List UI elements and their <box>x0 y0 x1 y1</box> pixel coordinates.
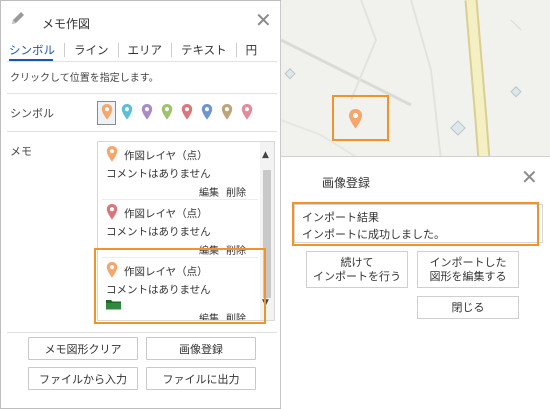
tab-text[interactable]: テキスト <box>171 43 236 57</box>
pencil-icon <box>10 10 26 26</box>
divider <box>7 332 277 333</box>
delete-link[interactable]: 削除 <box>226 310 246 320</box>
edit-link[interactable]: 編集 <box>199 242 219 257</box>
memo-comment: コメントはありません <box>106 226 211 238</box>
image-register-button[interactable]: 画像登録 <box>146 337 256 360</box>
tab-circle[interactable]: 円 <box>235 43 267 57</box>
map-pin-icon <box>101 103 113 124</box>
continue-import-button[interactable]: 続けて インポートを行う <box>306 251 408 288</box>
close-icon[interactable]: ✕ <box>521 167 538 187</box>
map-pin-icon <box>181 103 193 124</box>
symbol-option-3[interactable] <box>137 101 156 125</box>
delete-link[interactable]: 削除 <box>226 242 246 257</box>
import-result-title: インポート結果 <box>302 211 379 224</box>
folder-icon[interactable] <box>106 299 122 310</box>
symbol-option-4[interactable] <box>157 101 176 125</box>
memo-label: メモ <box>10 145 32 158</box>
map-pin-icon <box>106 203 118 224</box>
symbol-option-1[interactable] <box>97 101 116 125</box>
map-pin-icon <box>241 103 253 124</box>
symbol-option-8[interactable] <box>237 101 256 125</box>
panel-header: メモ作図 ✕ <box>1 1 281 37</box>
memo-layer-name: 作図レイヤ（点） <box>124 266 208 278</box>
list-item[interactable]: 作図レイヤ（点） コメントはありません 編集 削除 <box>98 258 258 320</box>
divider <box>7 61 277 62</box>
tab-line[interactable]: ライン <box>64 43 118 57</box>
instruction-text: クリックして位置を指定します。 <box>10 73 159 84</box>
edit-link[interactable]: 編集 <box>199 310 219 320</box>
dialog-title: 画像登録 <box>322 176 371 190</box>
clear-memo-button[interactable]: メモ図形クリア <box>28 337 138 360</box>
import-file-button[interactable]: ファイルから入力 <box>28 367 138 390</box>
scroll-down-arrow-icon[interactable]: ▼ <box>262 298 269 308</box>
divider <box>7 93 277 94</box>
symbol-option-5[interactable] <box>177 101 196 125</box>
import-result-message: インポートに成功しました。 <box>302 228 445 241</box>
symbol-picker <box>97 101 257 125</box>
symbol-option-2[interactable] <box>117 101 136 125</box>
map-pin-icon <box>201 103 213 124</box>
import-result-box: インポート結果 インポートに成功しました。 <box>294 204 543 243</box>
memo-layer-name: 作図レイヤ（点） <box>124 208 208 220</box>
scrollbar-thumb[interactable] <box>263 170 271 298</box>
symbol-option-7[interactable] <box>217 101 236 125</box>
panel-title: メモ作図 <box>42 17 91 31</box>
tab-bar: シンボル ライン エリア テキスト 円 <box>7 41 266 59</box>
memo-list-scrollbar[interactable]: ▲ ▼ <box>260 142 274 320</box>
tab-area[interactable]: エリア <box>117 43 172 57</box>
map-pin-icon <box>121 103 133 124</box>
memo-list[interactable]: 作図レイヤ（点） コメントはありません 編集 削除 作図レイヤ（点） コメントは… <box>97 141 275 321</box>
tab-symbol[interactable]: シンボル <box>7 43 64 57</box>
map-pin-icon <box>141 103 153 124</box>
export-file-button[interactable]: ファイルに出力 <box>146 367 256 390</box>
delete-link[interactable]: 削除 <box>226 184 246 199</box>
list-item[interactable]: 作図レイヤ（点） コメントはありません 編集 削除 <box>98 142 258 200</box>
divider <box>7 131 277 132</box>
map-pin-icon <box>161 103 173 124</box>
edit-link[interactable]: 編集 <box>199 184 219 199</box>
list-item[interactable]: 作図レイヤ（点） コメントはありません 編集 削除 <box>98 200 258 258</box>
symbol-label: シンボル <box>10 107 54 120</box>
map-pin-icon <box>221 103 233 124</box>
memo-comment: コメントはありません <box>106 284 211 296</box>
close-icon[interactable]: ✕ <box>255 10 272 30</box>
map-pin-icon <box>106 145 118 166</box>
scroll-up-arrow-icon[interactable]: ▲ <box>262 150 269 160</box>
memo-layer-name: 作図レイヤ（点） <box>124 150 208 162</box>
image-register-dialog: 画像登録 ✕ インポート結果 インポートに成功しました。 続けて インポートを行… <box>281 156 550 409</box>
memo-panel: メモ作図 ✕ シンボル ライン エリア テキスト 円 クリックして位置を指定しま… <box>1 1 281 408</box>
symbol-option-6[interactable] <box>197 101 216 125</box>
memo-comment: コメントはありません <box>106 168 211 180</box>
close-button[interactable]: 閉じる <box>417 296 519 319</box>
map-pin-icon <box>106 261 118 282</box>
edit-imported-shapes-button[interactable]: インポートした 図形を編集する <box>417 251 519 288</box>
